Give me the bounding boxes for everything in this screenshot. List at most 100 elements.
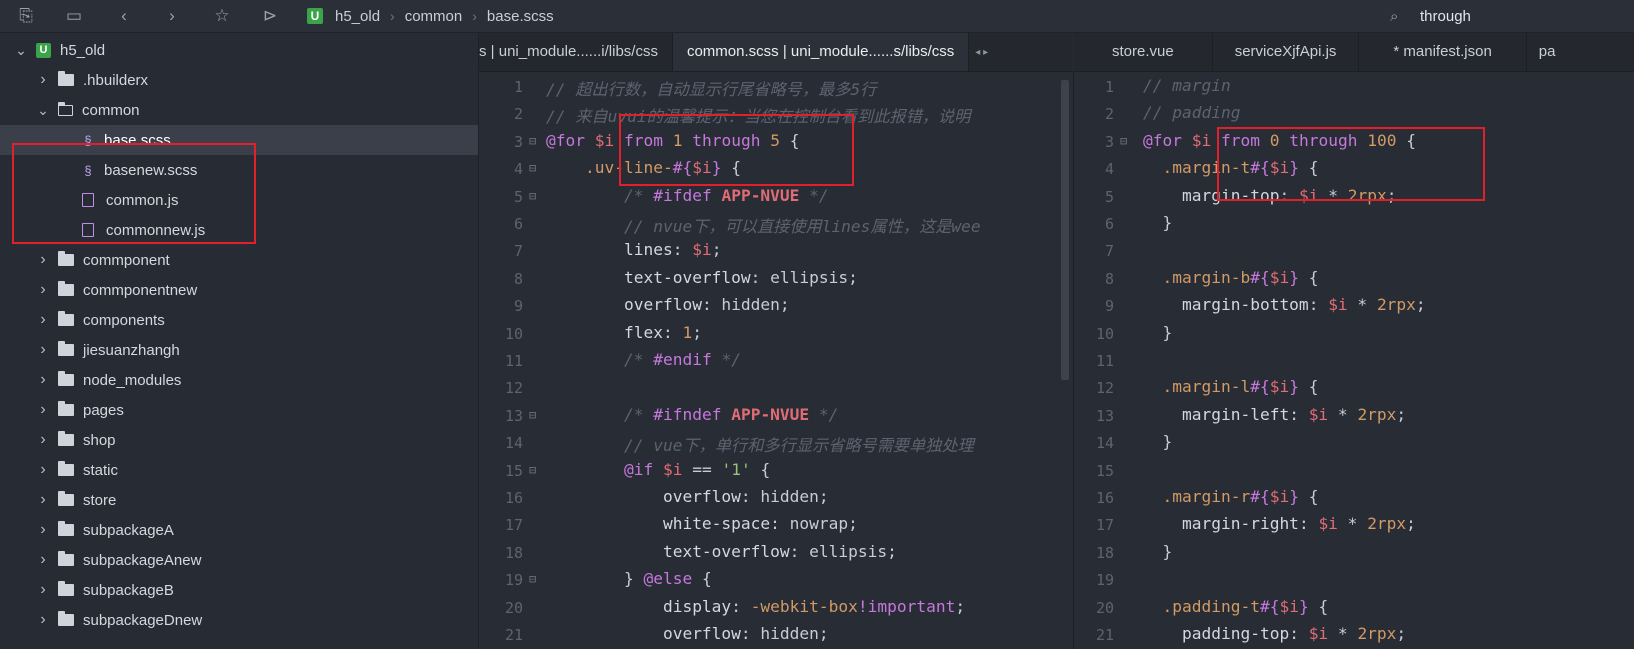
code-line[interactable]: // padding (1143, 103, 1240, 122)
tree-item[interactable]: § base.scss (0, 125, 478, 155)
tab-manifest[interactable]: * manifest.json (1359, 33, 1527, 71)
fold-toggle-icon[interactable]: ⊟ (1120, 134, 1127, 148)
chevron-down-icon[interactable]: ⌄ (36, 102, 50, 119)
new-file-icon[interactable]: ⎘ (14, 4, 38, 28)
chevron-right-icon[interactable]: › (36, 251, 50, 269)
code-line[interactable]: @if $i == '1' { (546, 460, 770, 479)
tree-item[interactable]: › components (0, 305, 478, 335)
code-line[interactable]: } (1143, 542, 1172, 561)
code-line[interactable]: .margin-t#{$i} { (1143, 158, 1319, 177)
tree-item[interactable]: › commponentnew (0, 275, 478, 305)
back-icon[interactable]: ‹ (112, 4, 136, 28)
code-line[interactable]: /* #ifdef APP-NVUE */ (546, 186, 829, 205)
editor-pane-left[interactable]: 1 // 超出行数，自动显示行尾省略号，最多5行 2 // 来自uvui的温馨提示：当… (479, 72, 1074, 649)
tree-item[interactable]: ⌄ Uh5_old (0, 35, 478, 65)
code-line[interactable]: margin-right: $i * 2rpx; (1143, 514, 1416, 533)
tab-service-api[interactable]: serviceXjfApi.js (1213, 33, 1360, 71)
tree-item[interactable]: commonnew.js (0, 215, 478, 245)
tree-item[interactable]: › pages (0, 395, 478, 425)
chevron-right-icon[interactable]: › (36, 551, 50, 569)
fold-toggle-icon[interactable]: ⊟ (529, 189, 536, 203)
chevron-right-icon[interactable]: › (36, 311, 50, 329)
code-line[interactable]: // nvue下，可以直接使用lines属性，这是wee (546, 213, 981, 237)
code-line[interactable]: text-overflow: ellipsis; (546, 268, 858, 287)
code-line[interactable]: margin-left: $i * 2rpx; (1143, 405, 1406, 424)
search-box[interactable]: ⌕ through (1390, 0, 1634, 32)
tab-uni-module-css[interactable]: s | uni_module......i/libs/css (479, 33, 673, 71)
code-line[interactable]: white-space: nowrap; (546, 514, 858, 533)
chevron-right-icon[interactable]: › (36, 611, 50, 629)
fold-toggle-icon[interactable]: ⊟ (529, 134, 536, 148)
code-line[interactable]: lines: $i; (546, 240, 721, 259)
code-line[interactable]: .padding-t#{$i} { (1143, 597, 1329, 616)
code-line[interactable]: } (1143, 323, 1172, 342)
tree-item[interactable]: § basenew.scss (0, 155, 478, 185)
code-line[interactable]: } (1143, 213, 1172, 232)
code-line[interactable]: // vue下，单行和多行显示省略号需要单独处理 (546, 432, 974, 456)
tree-item[interactable]: › .hbuilderx (0, 65, 478, 95)
save-icon[interactable]: ▭ (62, 4, 86, 28)
tab-store-vue[interactable]: store.vue (1074, 33, 1213, 71)
star-icon[interactable]: ☆ (210, 4, 234, 28)
code-line[interactable]: margin-bottom: $i * 2rpx; (1143, 295, 1426, 314)
fold-toggle-icon[interactable]: ⊟ (529, 161, 536, 175)
tab-common-scss[interactable]: common.scss | uni_module......s/libs/css (672, 33, 970, 71)
tree-item[interactable]: › jiesuanzhangh (0, 335, 478, 365)
run-icon[interactable]: ⊳ (258, 4, 282, 28)
tab-scroll-arrows-icon[interactable]: ◂ ▸ (969, 47, 994, 58)
code-line[interactable]: // margin (1143, 76, 1231, 95)
chevron-right-icon[interactable]: › (36, 371, 50, 389)
code-line[interactable]: flex: 1; (546, 323, 702, 342)
chevron-right-icon[interactable]: › (36, 581, 50, 599)
tree-item[interactable]: common.js (0, 185, 478, 215)
fold-toggle-icon[interactable]: ⊟ (529, 408, 536, 422)
scrollbar-thumb[interactable] (1061, 80, 1069, 380)
chevron-right-icon[interactable]: › (36, 341, 50, 359)
tab-truncated[interactable]: pa (1527, 33, 1568, 71)
chevron-right-icon[interactable]: › (36, 431, 50, 449)
tree-item[interactable]: › subpackageDnew (0, 605, 478, 635)
tree-item[interactable]: › store (0, 485, 478, 515)
tree-item[interactable]: › subpackageA (0, 515, 478, 545)
chevron-right-icon[interactable]: › (36, 281, 50, 299)
code-line[interactable]: margin-top: $i * 2rpx; (1143, 186, 1396, 205)
code-line[interactable]: } @else { (546, 569, 712, 588)
editor-pane-right[interactable]: 1 // margin 2 // padding 3 ⊟ @for $i from 0 th… (1074, 72, 1634, 649)
code-line[interactable]: .margin-l#{$i} { (1143, 377, 1319, 396)
code-line[interactable]: display: -webkit-box!important; (546, 597, 965, 616)
tree-item[interactable]: › subpackageB (0, 575, 478, 605)
tree-item[interactable]: › static (0, 455, 478, 485)
code-line[interactable]: .margin-r#{$i} { (1143, 487, 1319, 506)
fold-toggle-icon[interactable]: ⊟ (529, 463, 536, 477)
code-line[interactable]: // 来自uvui的温馨提示：当您在控制台看到此报错，说明 (546, 103, 970, 127)
code-line[interactable]: @for $i from 1 through 5 { (546, 131, 799, 150)
breadcrumb-item-folder[interactable]: common (405, 8, 463, 25)
code-line[interactable]: /* #endif */ (546, 350, 741, 369)
code-line[interactable]: overflow: hidden; (546, 624, 829, 643)
tree-item[interactable]: › subpackageAnew (0, 545, 478, 575)
code-line[interactable]: /* #ifndef APP-NVUE */ (546, 405, 838, 424)
chevron-right-icon[interactable]: › (36, 71, 50, 89)
forward-icon[interactable]: › (160, 4, 184, 28)
code-line[interactable]: // 超出行数，自动显示行尾省略号，最多5行 (546, 76, 876, 100)
code-line[interactable]: text-overflow: ellipsis; (546, 542, 897, 561)
chevron-right-icon[interactable]: › (36, 491, 50, 509)
search-input[interactable]: through (1420, 8, 1471, 25)
code-line[interactable]: padding-top: $i * 2rpx; (1143, 624, 1406, 643)
chevron-down-icon[interactable]: ⌄ (14, 42, 28, 59)
tree-item[interactable]: › node_modules (0, 365, 478, 395)
tree-item[interactable]: › commponent (0, 245, 478, 275)
code-line[interactable]: .uv-line-#{$i} { (546, 158, 741, 177)
code-line[interactable]: .margin-b#{$i} { (1143, 268, 1319, 287)
tree-item[interactable]: › shop (0, 425, 478, 455)
breadcrumb-item-file[interactable]: base.scss (487, 8, 554, 25)
code-line[interactable]: overflow: hidden; (546, 487, 829, 506)
chevron-right-icon[interactable]: › (36, 401, 50, 419)
fold-toggle-icon[interactable]: ⊟ (529, 572, 536, 586)
code-line[interactable]: @for $i from 0 through 100 { (1143, 131, 1416, 150)
breadcrumb-item-project[interactable]: h5_old (335, 8, 380, 25)
code-line[interactable]: } (1143, 432, 1172, 451)
chevron-right-icon[interactable]: › (36, 521, 50, 539)
code-line[interactable]: overflow: hidden; (546, 295, 790, 314)
chevron-right-icon[interactable]: › (36, 461, 50, 479)
